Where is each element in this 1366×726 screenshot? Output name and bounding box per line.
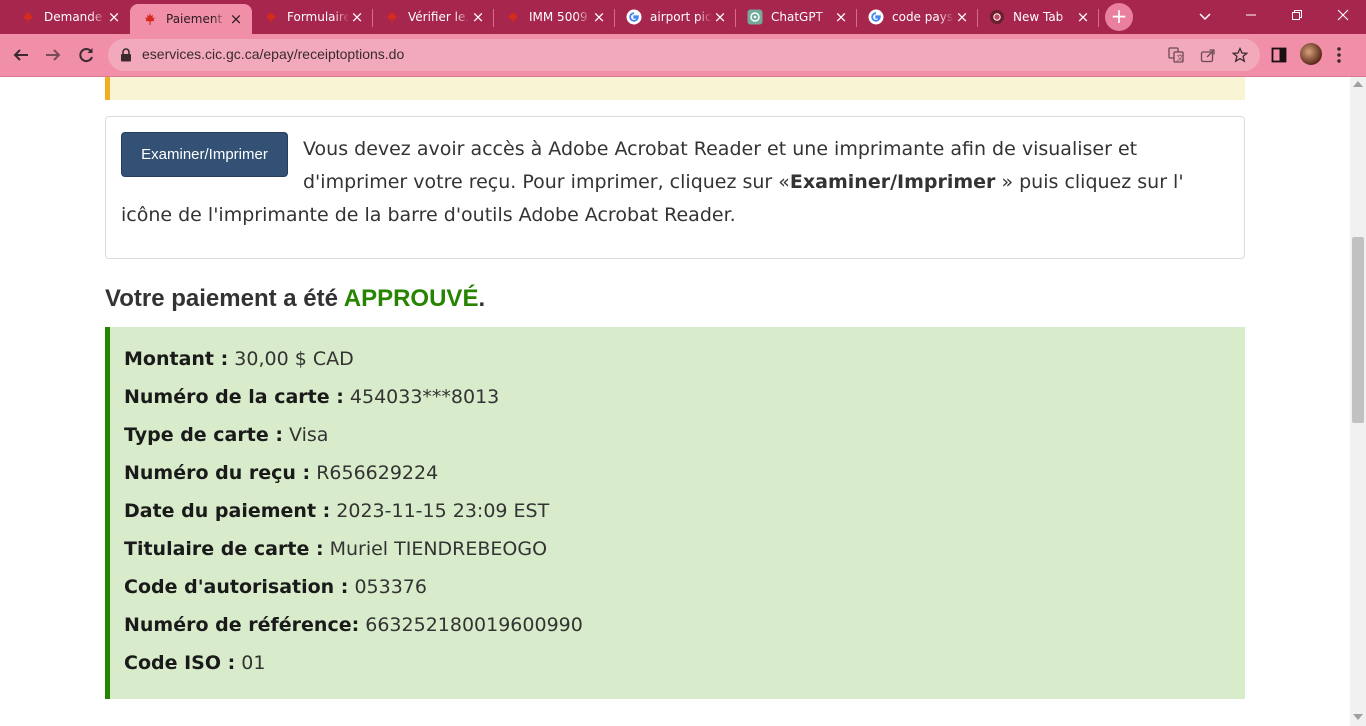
tab-title: New Tab [1013,10,1064,24]
reload-icon [79,48,93,63]
page-content: Examiner/Imprimer Vous devez avoir accès… [0,77,1350,726]
close-icon[interactable]: × [591,9,607,25]
restore-button[interactable] [1274,0,1320,34]
detail-date-paiement: Date du paiement : 2023-11-15 23:09 EST [124,500,550,522]
close-icon[interactable]: × [349,9,365,25]
address-bar[interactable]: eservices.cic.gc.ca/epay/receiptoptions.… [108,39,1260,71]
tab-airport[interactable]: airport pic… × [614,3,736,31]
tab-imm5009[interactable]: IMM 5009 × [493,3,615,31]
tab-chatgpt[interactable]: ChatGPT × [735,3,857,31]
print-instructions-bold: Examiner/Imprimer [789,171,996,193]
scrollbar-thumb[interactable] [1352,237,1364,423]
profile-avatar[interactable] [1300,43,1322,65]
close-icon[interactable]: × [833,9,849,25]
browser-toolbar: eservices.cic.gc.ca/epay/receiptoptions.… [0,34,1366,77]
tab-divider [1098,9,1099,27]
scroll-down-arrow-icon[interactable] [1353,714,1363,720]
google-icon [868,9,884,25]
new-tab-button[interactable]: + [1105,3,1133,31]
detail-titulaire: Titulaire de carte : Muriel TIENDREBEOGO [124,538,548,560]
detail-montant: Montant : 30,00 $ CAD [124,348,354,370]
tab-new-tab[interactable]: New Tab × [977,3,1099,31]
url-text[interactable]: eservices.cic.gc.ca/epay/receiptoptions.… [142,46,404,62]
warning-alert [105,77,1245,100]
detail-numero-recu: Numéro du reçu : R656629224 [124,462,439,484]
tab-code-pays[interactable]: code pays… × [856,3,978,31]
tab-title: Paiement [166,12,223,26]
tab-title: Demande de… [44,10,106,24]
minimize-button[interactable] [1228,0,1274,34]
close-icon[interactable]: × [712,9,728,25]
maple-leaf-icon [384,9,400,25]
tab-title: ChatGPT [771,10,823,24]
tab-verifier[interactable]: Vérifier le… × [372,3,494,31]
close-icon[interactable]: × [228,11,244,27]
tab-title: IMM 5009 [529,10,588,24]
forward-arrow-icon [46,49,61,61]
translate-icon[interactable]: 文 [1166,45,1186,65]
maple-leaf-icon [20,9,36,25]
lock-icon[interactable] [120,47,132,66]
maple-leaf-icon [505,9,521,25]
back-button[interactable] [8,42,34,68]
close-icon[interactable]: × [106,9,122,25]
google-icon [626,9,642,25]
detail-numero-reference: Numéro de référence: 663252180019600990 [124,614,583,636]
chrome-icon [989,9,1005,25]
detail-code-autorisation: Code d'autorisation : 053376 [124,576,427,598]
detail-type-carte: Type de carte : Visa [124,424,329,446]
tab-paiement[interactable]: Paiement × [130,4,252,34]
back-arrow-icon [13,49,28,61]
print-instructions-panel: Examiner/Imprimer Vous devez avoir accès… [105,116,1245,259]
menu-kebab-icon[interactable] [1334,44,1344,66]
maple-leaf-icon [142,11,158,27]
scroll-up-arrow-icon[interactable] [1353,81,1363,87]
detail-numero-carte: Numéro de la carte : 454033***8013 [124,386,500,408]
forward-button[interactable] [40,42,66,68]
tab-search-chevron-icon[interactable] [1196,6,1214,26]
detail-code-iso: Code ISO : 01 [124,652,266,674]
close-icon[interactable]: × [954,9,970,25]
tab-title: Vérifier le… [408,10,470,24]
close-window-button[interactable] [1320,0,1366,34]
payment-receipt-panel: Montant : 30,00 $ CAD Numéro de la carte… [105,327,1245,699]
tab-demande[interactable]: Demande de… × [8,3,130,31]
svg-text:文: 文 [1177,53,1184,62]
payment-status-heading: Votre paiement a été APPROUVÉ. [105,285,486,312]
tab-title: airport pic… [650,10,712,24]
approved-status: APPROUVÉ [343,285,479,312]
maple-leaf-icon [263,9,279,25]
tab-formulaire[interactable]: Formulaire × [251,3,373,31]
examiner-imprimer-button[interactable]: Examiner/Imprimer [121,132,288,177]
reload-button[interactable] [73,42,99,68]
tab-title: Formulaire [287,10,349,24]
side-panel-icon[interactable] [1268,44,1290,66]
chatgpt-icon [747,9,763,25]
tab-strip: Demande de… × Paiement × Formulaire × Vé… [0,0,1366,34]
close-icon[interactable]: × [470,9,486,25]
close-icon[interactable]: × [1075,9,1091,25]
bookmark-star-icon[interactable] [1230,45,1250,65]
tab-title: code pays… [892,10,954,24]
share-icon[interactable] [1198,45,1218,65]
